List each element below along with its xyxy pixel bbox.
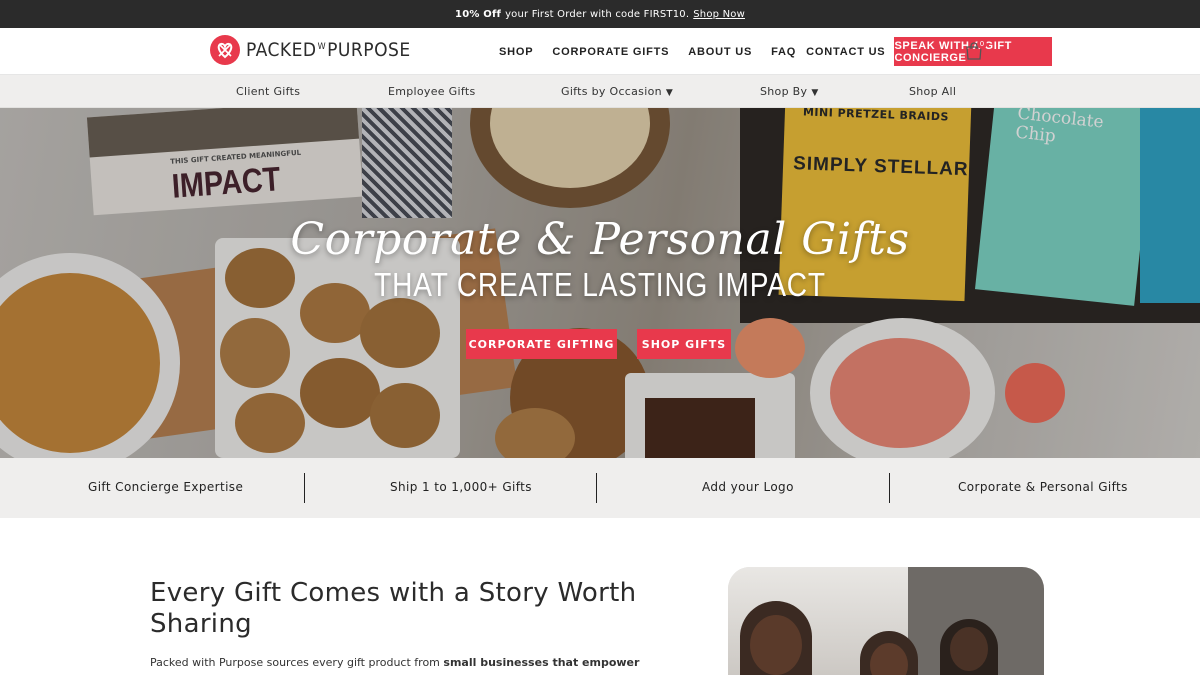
- cart-button[interactable]: 0: [964, 39, 987, 61]
- feature-corporate-personal: Corporate & Personal Gifts: [958, 480, 1128, 494]
- announcement-text: your First Order with code FIRST10.: [505, 8, 690, 20]
- nav-contact-us[interactable]: CONTACT US: [806, 46, 885, 58]
- announcement-discount: 10% Off: [455, 8, 502, 20]
- feature-ship-range: Ship 1 to 1,000+ Gifts: [390, 480, 532, 494]
- story-photo: [728, 567, 1044, 675]
- divider: [889, 473, 890, 503]
- subnav-employee-gifts[interactable]: Employee Gifts: [388, 85, 475, 98]
- subnav-gifts-by-occasion[interactable]: Gifts by Occasion ▼: [561, 85, 673, 98]
- corporate-gifting-button[interactable]: CORPORATE GIFTING: [466, 329, 617, 359]
- story-heading: Every Gift Comes with a Story Worth Shar…: [150, 578, 637, 639]
- nav-faq[interactable]: FAQ: [771, 46, 796, 58]
- nav-shop[interactable]: SHOP: [499, 46, 533, 58]
- shop-now-link[interactable]: Shop Now: [693, 9, 745, 20]
- site-header: PACKEDWPURPOSE SHOP CORPORATE GIFTS ABOU…: [0, 28, 1200, 75]
- divider: [304, 473, 305, 503]
- subnav-client-gifts[interactable]: Client Gifts: [236, 85, 300, 98]
- logo-text: PACKEDWPURPOSE: [246, 39, 411, 61]
- shop-gifts-button[interactable]: SHOP GIFTS: [637, 329, 731, 359]
- category-subnav: Client Gifts Employee Gifts Gifts by Occ…: [0, 75, 1200, 108]
- logo[interactable]: PACKEDWPURPOSE: [210, 35, 411, 65]
- logo-heart-icon: [210, 35, 240, 65]
- features-bar: Gift Concierge Expertise Ship 1 to 1,000…: [0, 458, 1200, 518]
- feature-gift-concierge: Gift Concierge Expertise: [88, 480, 244, 494]
- divider: [596, 473, 597, 503]
- hero-title: Corporate & Personal Gifts: [290, 214, 910, 265]
- subnav-shop-by[interactable]: Shop By ▼: [760, 85, 819, 98]
- chevron-down-icon: ▼: [811, 88, 819, 98]
- feature-add-logo: Add your Logo: [702, 480, 794, 494]
- announcement-bar: 10% Off your First Order with code FIRST…: [0, 0, 1200, 28]
- story-paragraph: Packed with Purpose sources every gift p…: [150, 656, 640, 675]
- hero-subtitle: THAT CREATE LASTING IMPACT: [374, 266, 826, 303]
- hero-banner: THIS GIFT CREATED MEANINGFUL IMPACT MINI…: [0, 108, 1200, 458]
- subnav-shop-all[interactable]: Shop All: [909, 85, 956, 98]
- chevron-down-icon: ▼: [665, 88, 674, 98]
- nav-about-us[interactable]: ABOUT US: [688, 46, 752, 58]
- nav-corporate-gifts[interactable]: CORPORATE GIFTS: [552, 46, 669, 58]
- cart-count-badge: 0: [977, 39, 987, 49]
